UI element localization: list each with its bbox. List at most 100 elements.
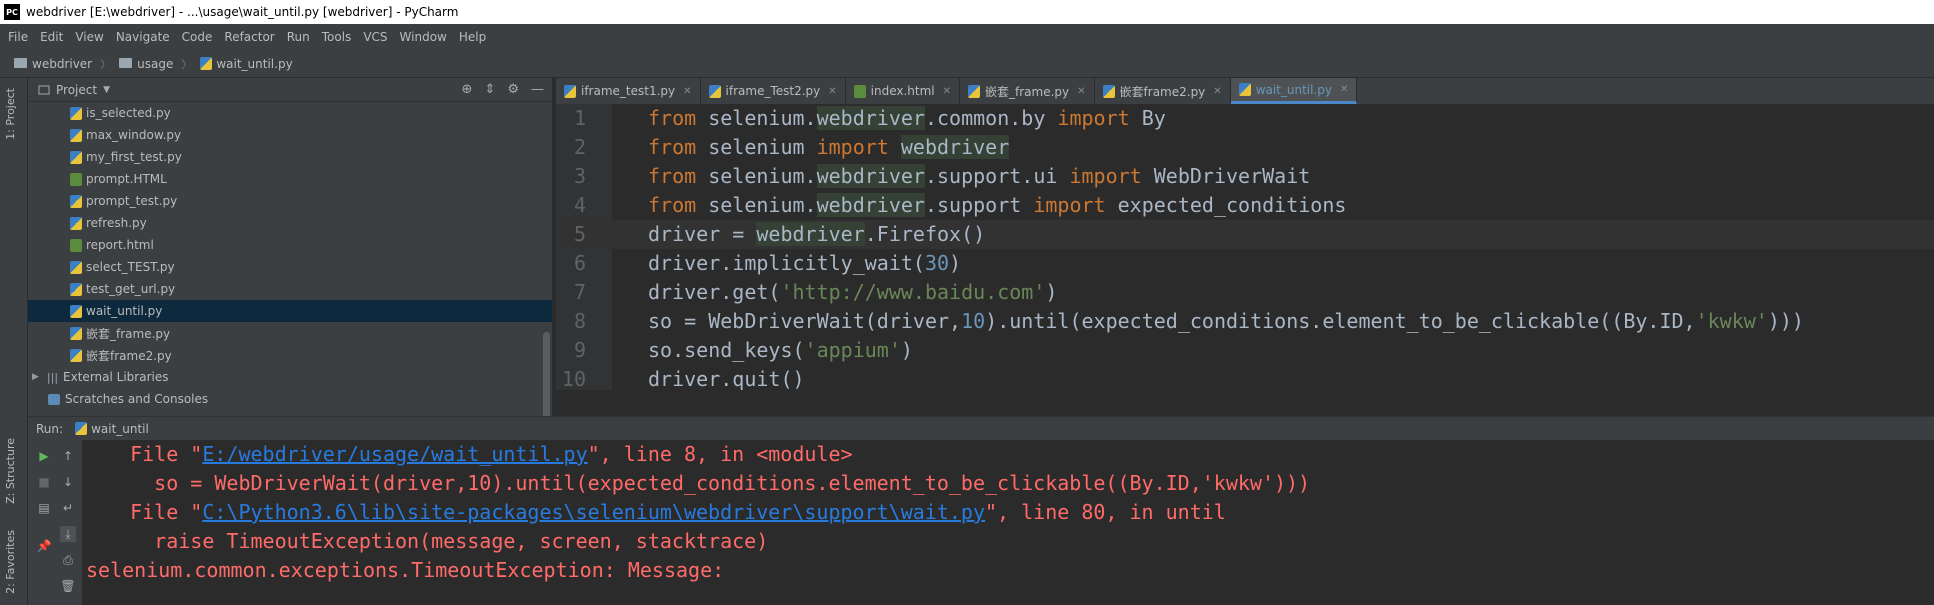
code-line[interactable]: 7 driver.get('http://www.baidu.com') (556, 278, 1934, 307)
python-file-icon (708, 84, 721, 98)
menu-help[interactable]: Help (459, 30, 486, 44)
menu-navigate[interactable]: Navigate (116, 30, 170, 44)
tree-item-file[interactable]: refresh.py (28, 212, 552, 234)
breadcrumb-label: webdriver (32, 56, 93, 71)
code-line[interactable]: 9 so.send_keys('appium') (556, 336, 1934, 365)
python-file-icon (70, 194, 82, 208)
menu-window[interactable]: Window (400, 30, 447, 44)
menu-run[interactable]: Run (287, 30, 310, 44)
code-line[interactable]: 3 from selenium.webdriver.support.ui impo… (556, 162, 1934, 191)
tab-wait-until[interactable]: wait_until.py ✕ (1230, 78, 1358, 104)
tab-index-html[interactable]: index.html ✕ (846, 78, 961, 104)
tab-iframe-test1[interactable]: iframe_test1.py ✕ (556, 78, 701, 104)
code-line[interactable]: 6 driver.implicitly_wait(30) (556, 249, 1934, 278)
menu-vcs[interactable]: VCS (363, 30, 387, 44)
close-icon[interactable]: ✕ (828, 86, 836, 97)
file-name: test_get_url.py (86, 282, 176, 296)
tree-item-file-selected[interactable]: wait_until.py (28, 300, 552, 322)
tree-item-scratches[interactable]: Scratches and Consoles (28, 388, 552, 410)
project-title[interactable]: Project (56, 83, 97, 97)
trash-icon[interactable]: 🗑 (60, 578, 76, 594)
tree-item-file[interactable]: select_TEST.py (28, 256, 552, 278)
tree-item-file[interactable]: report.html (28, 234, 552, 256)
tree-item-file[interactable]: 嵌套_frame.py (28, 322, 552, 344)
collapse-icon[interactable]: ⇕ (484, 82, 495, 97)
breadcrumb-item-webdriver[interactable]: webdriver (14, 57, 92, 71)
tab-favorites-tool[interactable]: 2: Favorites (4, 530, 17, 594)
console-line: raise TimeoutException(message, screen, … (106, 529, 769, 553)
tree-item-external-libraries[interactable]: ▶ ||| External Libraries (28, 366, 552, 388)
file-name: prompt_test.py (86, 194, 178, 208)
code-text: driver.quit() (648, 367, 805, 390)
project-panel-header: Project ▼ ⊕ ⇕ ⚙ — (28, 78, 552, 102)
run-console[interactable]: File "E:/webdriver/usage/wait_until.py",… (82, 440, 1934, 605)
tree-item-file[interactable]: is_selected.py (28, 102, 552, 124)
tab-label: iframe_test1.py (581, 84, 676, 98)
breadcrumb: webdriver 〉 usage 〉 wait_until.py (0, 50, 1934, 78)
python-file-icon (564, 84, 576, 98)
breadcrumb-item-usage[interactable]: usage (119, 57, 173, 71)
tab-iframe-test2[interactable]: iframe_Test2.py ✕ (701, 78, 846, 104)
close-icon[interactable]: ✕ (1213, 86, 1221, 97)
close-icon[interactable]: ✕ (943, 86, 951, 97)
code-line[interactable]: 4 from selenium.webdriver.support import … (556, 191, 1934, 220)
code-line[interactable]: 8 so = WebDriverWait(driver,10).until(exp… (556, 307, 1934, 336)
menu-bar: File Edit View Navigate Code Refactor Ru… (0, 24, 1934, 50)
line-number: 10 (561, 367, 586, 390)
tab-structure-tool[interactable]: Z: Structure (4, 438, 17, 504)
close-icon[interactable]: ✕ (1340, 84, 1348, 95)
restore-layout-icon[interactable]: ▤ (36, 500, 52, 516)
menu-file[interactable]: File (8, 30, 28, 44)
pin-icon[interactable]: 📌 (36, 538, 52, 554)
file-name: my_first_test.py (86, 150, 182, 164)
python-file-icon (70, 282, 82, 296)
chevron-right-icon: ▶ (32, 372, 39, 382)
stop-icon[interactable]: ■ (36, 474, 52, 490)
tree-item-file[interactable]: prompt_test.py (28, 190, 552, 212)
code-editor[interactable]: 1 from selenium.webdriver.common.by impor… (556, 104, 1934, 390)
up-arrow-icon[interactable]: ↑ (60, 448, 76, 464)
python-file-icon (1238, 83, 1251, 96)
html-file-icon (853, 84, 866, 98)
menu-refactor[interactable]: Refactor (224, 30, 274, 44)
minimize-icon[interactable]: — (531, 82, 544, 97)
rerun-icon[interactable]: ▶ (36, 448, 52, 464)
tab-nested-frame[interactable]: 嵌套_frame.py ✕ (960, 78, 1095, 104)
python-file-icon (70, 150, 82, 164)
chevron-down-icon[interactable]: ▼ (103, 85, 110, 95)
menu-code[interactable]: Code (182, 30, 213, 44)
file-name: prompt.HTML (86, 172, 167, 186)
close-icon[interactable]: ✕ (1077, 86, 1085, 97)
code-line[interactable]: 2 from selenium import webdriver (556, 133, 1934, 162)
python-file-icon (75, 422, 88, 435)
scroll-to-end-icon[interactable]: ⤓ (60, 526, 76, 542)
tab-nested-frame2[interactable]: 嵌套frame2.py ✕ (1095, 78, 1231, 104)
console-file-link[interactable]: E:/webdriver/usage/wait_until.py (202, 442, 587, 466)
python-file-icon (1102, 84, 1115, 98)
tree-item-file[interactable]: max_window.py (28, 124, 552, 146)
tree-item-file[interactable]: my_first_test.py (28, 146, 552, 168)
menu-edit[interactable]: Edit (40, 30, 63, 44)
file-name: max_window.py (86, 128, 182, 142)
menu-tools[interactable]: Tools (322, 30, 352, 44)
code-line[interactable]: 1 from selenium.webdriver.common.by impor… (556, 104, 1934, 133)
folder-icon (14, 57, 27, 68)
run-tab[interactable]: wait_until (75, 422, 149, 436)
menu-view[interactable]: View (75, 30, 103, 44)
locate-icon[interactable]: ⊕ (462, 82, 473, 97)
down-arrow-icon[interactable]: ↓ (60, 474, 76, 490)
soft-wrap-icon[interactable]: ↵ (60, 500, 76, 516)
code-line[interactable]: 10 driver.quit() (556, 365, 1934, 390)
tree-item-file[interactable]: 嵌套frame2.py (28, 344, 552, 366)
tree-item-file[interactable]: prompt.HTML (28, 168, 552, 190)
tab-project-tool[interactable]: 1: Project (4, 88, 17, 140)
close-icon[interactable]: ✕ (683, 86, 691, 97)
left-tool-strip: 1: Project Z: Structure 2: Favorites (0, 78, 28, 605)
console-file-link[interactable]: C:\Python3.6\lib\site-packages\selenium\… (202, 500, 985, 524)
code-text: driver.implicitly_wait(30) (648, 251, 962, 275)
breadcrumb-item-file[interactable]: wait_until.py (200, 57, 293, 71)
code-line[interactable]: 5 driver = webdriver.Firefox() (556, 220, 1934, 249)
gear-icon[interactable]: ⚙ (507, 82, 519, 97)
tree-item-file[interactable]: test_get_url.py (28, 278, 552, 300)
print-icon[interactable]: ⎙ (60, 552, 76, 568)
